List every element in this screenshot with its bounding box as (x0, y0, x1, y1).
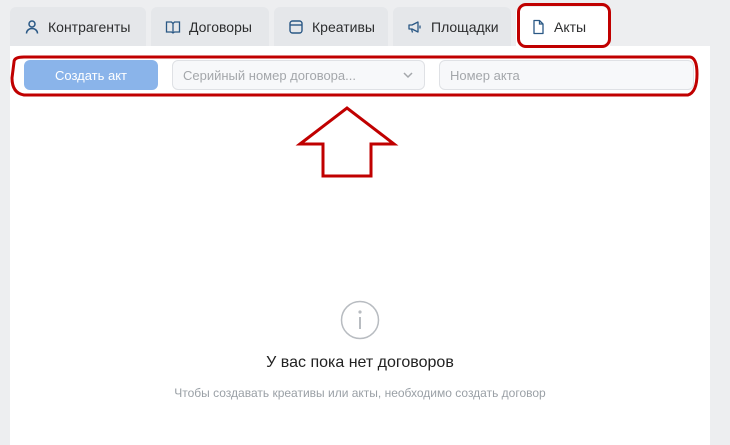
create-act-button[interactable]: Создать акт (24, 60, 158, 90)
toolbar: Создать акт Серийный номер договора... (10, 46, 710, 102)
tab-counterparties[interactable]: Контрагенты (10, 7, 146, 46)
tab-creatives[interactable]: Креативы (274, 7, 388, 46)
acts-panel: Создать акт Серийный номер договора... У… (10, 46, 710, 445)
empty-state-subtitle: Чтобы создавать креативы или акты, необх… (174, 386, 546, 400)
tab-bar: Контрагенты Договоры Креативы Площадки А… (0, 0, 730, 46)
chevron-down-icon (403, 72, 413, 79)
tab-acts[interactable]: Акты (516, 7, 610, 46)
tab-label: Креативы (312, 18, 375, 35)
user-icon (24, 19, 40, 35)
act-number-input[interactable] (439, 60, 694, 90)
tab-label: Контрагенты (48, 18, 131, 35)
contract-serial-placeholder: Серийный номер договора... (183, 67, 356, 83)
tab-label: Акты (554, 18, 587, 35)
empty-state-title: У вас пока нет договоров (266, 354, 454, 371)
empty-state: У вас пока нет договоров Чтобы создавать… (10, 300, 710, 400)
card-icon (288, 19, 304, 35)
tab-contracts[interactable]: Договоры (151, 7, 269, 46)
info-icon (340, 300, 380, 340)
tab-label: Площадки (431, 18, 499, 35)
tab-label: Договоры (189, 18, 252, 35)
book-icon (165, 19, 181, 35)
contract-serial-select[interactable]: Серийный номер договора... (172, 60, 425, 90)
document-icon (530, 19, 546, 35)
megaphone-icon (407, 19, 423, 35)
tab-platforms[interactable]: Площадки (393, 7, 511, 46)
